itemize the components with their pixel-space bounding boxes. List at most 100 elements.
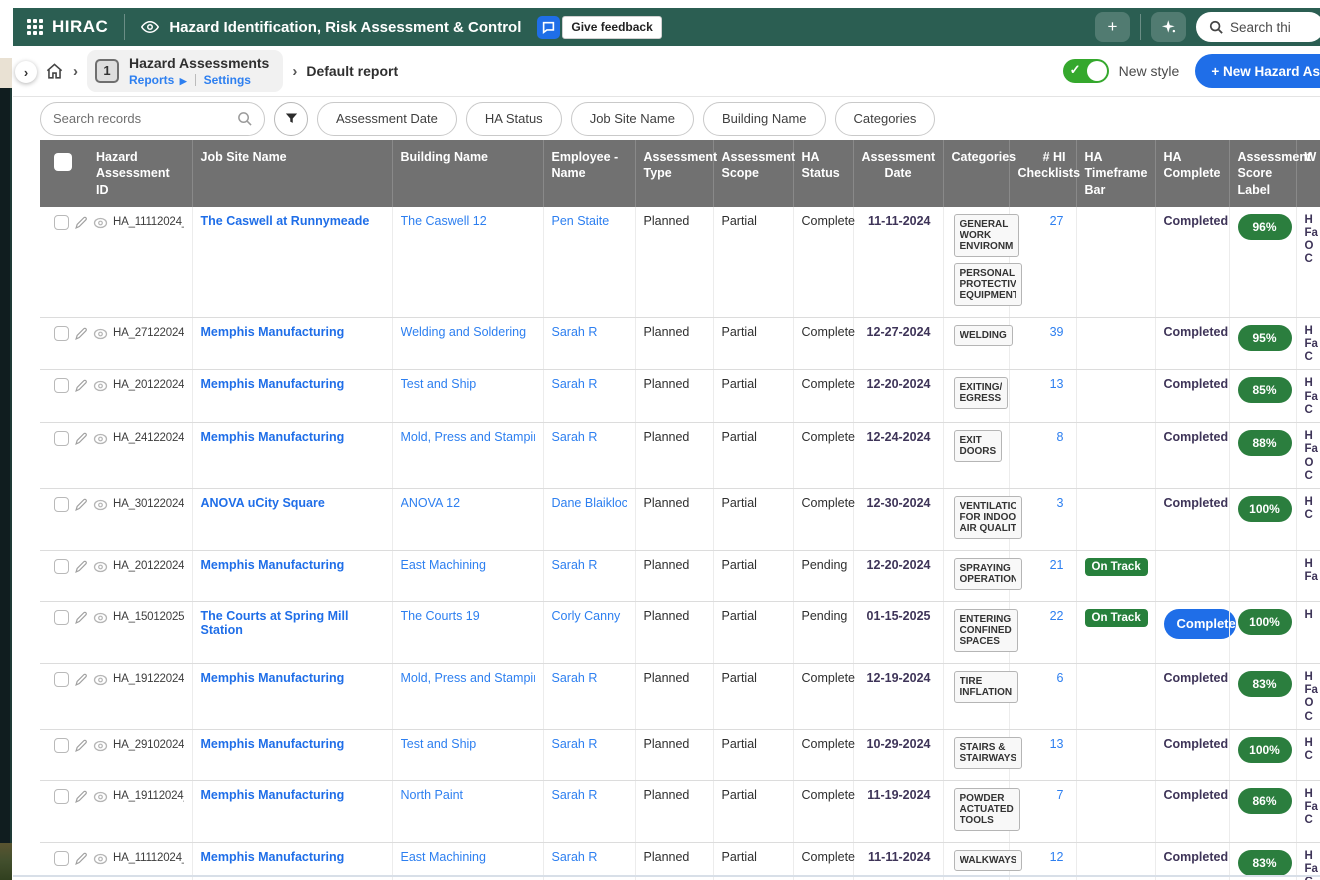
employee-link[interactable]: Sarah R xyxy=(552,737,627,751)
view-icon[interactable] xyxy=(93,498,108,512)
building-link[interactable]: ANOVA 12 xyxy=(401,496,535,510)
filter-pill-job-site-name[interactable]: Job Site Name xyxy=(571,102,694,136)
employee-link[interactable]: Dane Blaiklock xyxy=(552,496,627,510)
job-site-link[interactable]: ANOVA uCity Square xyxy=(201,496,325,510)
job-site-link[interactable]: Memphis Manufacturing xyxy=(201,430,345,444)
employee-link[interactable]: Sarah R xyxy=(552,377,627,391)
row-checkbox[interactable] xyxy=(54,610,69,625)
view-icon[interactable] xyxy=(93,379,108,393)
building-link[interactable]: Mold, Press and Stamping xyxy=(401,671,535,685)
search-icon xyxy=(237,111,252,126)
edit-icon[interactable] xyxy=(74,327,88,341)
view-icon[interactable] xyxy=(93,852,108,866)
employee-link[interactable]: Sarah R xyxy=(552,850,627,864)
building-link[interactable]: Test and Ship xyxy=(401,737,535,751)
filter-pill-building-name[interactable]: Building Name xyxy=(703,102,826,136)
row-checkbox[interactable] xyxy=(54,672,69,687)
building-link[interactable]: East Machining xyxy=(401,558,535,572)
home-icon[interactable] xyxy=(45,62,64,81)
add-button[interactable]: + xyxy=(1095,12,1130,42)
employee-link[interactable]: Sarah R xyxy=(552,671,627,685)
building-link[interactable]: North Paint xyxy=(401,788,535,802)
edit-icon[interactable] xyxy=(74,739,88,753)
timeframe-cell xyxy=(1076,663,1155,729)
hi-checklists-count[interactable]: 13 xyxy=(1050,737,1064,751)
job-site-link[interactable]: Memphis Manufacturing xyxy=(201,850,345,864)
hi-checklists-count[interactable]: 39 xyxy=(1050,325,1064,339)
building-link[interactable]: Welding and Soldering xyxy=(401,325,535,339)
job-site-link[interactable]: Memphis Manufacturing xyxy=(201,788,345,802)
clipped-column-cell: HFaOC xyxy=(1296,423,1320,489)
employee-link[interactable]: Sarah R xyxy=(552,788,627,802)
filter-pill-ha-status[interactable]: HA Status xyxy=(466,102,562,136)
give-feedback-button[interactable]: Give feedback xyxy=(537,16,661,39)
view-icon[interactable] xyxy=(93,739,108,753)
filter-pill-categories[interactable]: Categories xyxy=(835,102,936,136)
employee-link[interactable]: Corly Canny xyxy=(552,609,627,623)
building-link[interactable]: Test and Ship xyxy=(401,377,535,391)
job-site-link[interactable]: Memphis Manufacturing xyxy=(201,377,345,391)
hi-checklists-count[interactable]: 8 xyxy=(1057,430,1064,444)
filter-button[interactable] xyxy=(274,102,308,136)
row-checkbox[interactable] xyxy=(54,326,69,341)
app-grid-icon[interactable] xyxy=(27,19,43,35)
building-link[interactable]: East Machining xyxy=(401,850,535,864)
row-checkbox[interactable] xyxy=(54,431,69,446)
employee-link[interactable]: Sarah R xyxy=(552,430,627,444)
row-checkbox[interactable] xyxy=(54,559,69,574)
hi-checklists-count[interactable]: 13 xyxy=(1050,377,1064,391)
edit-icon[interactable] xyxy=(74,432,88,446)
building-link[interactable]: The Caswell 12 xyxy=(401,214,535,228)
hi-checklists-count[interactable]: 27 xyxy=(1050,214,1064,228)
edit-icon[interactable] xyxy=(74,379,88,393)
employee-link[interactable]: Sarah R xyxy=(552,325,627,339)
select-all-checkbox[interactable] xyxy=(54,153,72,171)
edit-icon[interactable] xyxy=(74,673,88,687)
job-site-link[interactable]: Memphis Manufacturing xyxy=(201,325,345,339)
row-checkbox[interactable] xyxy=(54,851,69,866)
new-hazard-assessment-button[interactable]: + New Hazard As xyxy=(1195,54,1320,88)
building-link[interactable]: The Courts 19 xyxy=(401,609,535,623)
row-checkbox[interactable] xyxy=(54,215,69,230)
job-site-link[interactable]: Memphis Manufacturing xyxy=(201,671,345,685)
edit-icon[interactable] xyxy=(74,790,88,804)
job-site-link[interactable]: The Caswell at Runnymeade xyxy=(201,214,370,228)
ai-sparkle-button[interactable] xyxy=(1151,12,1186,42)
hi-checklists-count[interactable]: 21 xyxy=(1050,558,1064,572)
new-style-toggle[interactable]: ✓ xyxy=(1063,59,1109,83)
filter-pill-assessment-date[interactable]: Assessment Date xyxy=(317,102,457,136)
complete-button[interactable]: Complete xyxy=(1164,609,1236,639)
view-icon[interactable] xyxy=(93,327,108,341)
edit-icon[interactable] xyxy=(74,852,88,866)
job-site-link[interactable]: Memphis Manufacturing xyxy=(201,737,345,751)
edit-icon[interactable] xyxy=(74,560,88,574)
view-icon[interactable] xyxy=(93,560,108,574)
employee-link[interactable]: Pen Staite xyxy=(552,214,627,228)
view-icon[interactable] xyxy=(93,216,108,230)
view-icon[interactable] xyxy=(93,611,108,625)
employee-link[interactable]: Sarah R xyxy=(552,558,627,572)
job-site-link[interactable]: The Courts at Spring Mill Station xyxy=(201,609,349,637)
global-search-input[interactable]: Search thi xyxy=(1196,12,1320,42)
reports-menu-link[interactable]: Reports ▶ xyxy=(129,73,187,87)
hi-checklists-count[interactable]: 12 xyxy=(1050,850,1064,864)
building-link[interactable]: Mold, Press and Stamping xyxy=(401,430,535,444)
hi-checklists-count[interactable]: 6 xyxy=(1057,671,1064,685)
row-checkbox[interactable] xyxy=(54,789,69,804)
hi-checklists-count[interactable]: 22 xyxy=(1050,609,1064,623)
edit-icon[interactable] xyxy=(74,216,88,230)
settings-link[interactable]: Settings xyxy=(204,73,251,87)
edit-icon[interactable] xyxy=(74,498,88,512)
search-records-input[interactable]: Search records xyxy=(40,102,265,136)
hi-checklists-count[interactable]: 3 xyxy=(1057,496,1064,510)
view-icon[interactable] xyxy=(93,432,108,446)
row-checkbox[interactable] xyxy=(54,738,69,753)
row-checkbox[interactable] xyxy=(54,378,69,393)
edit-icon[interactable] xyxy=(74,611,88,625)
job-site-link[interactable]: Memphis Manufacturing xyxy=(201,558,345,572)
hi-checklists-count[interactable]: 7 xyxy=(1057,788,1064,802)
row-checkbox[interactable] xyxy=(54,497,69,512)
view-icon[interactable] xyxy=(93,790,108,804)
expand-sidebar-button[interactable]: › xyxy=(15,61,37,83)
view-icon[interactable] xyxy=(93,673,108,687)
